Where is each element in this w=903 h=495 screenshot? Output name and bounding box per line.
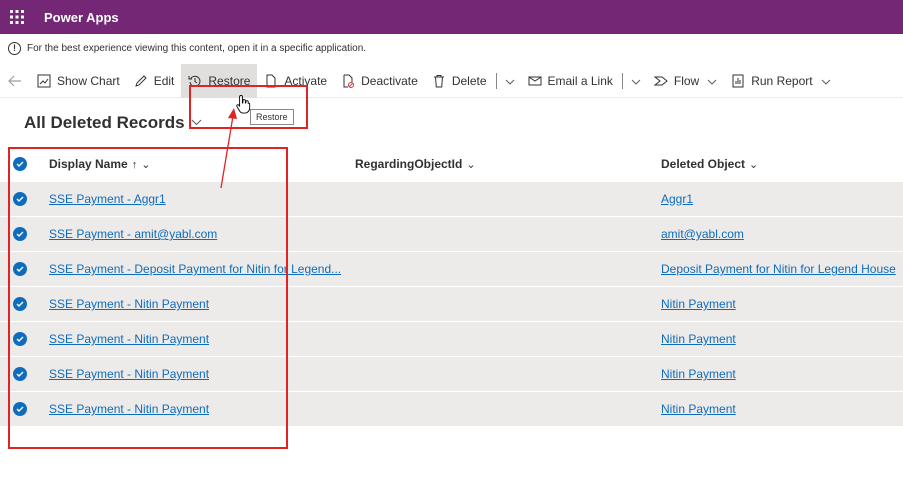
hand-cursor-icon — [236, 95, 251, 114]
annotation-arrow — [220, 108, 237, 189]
